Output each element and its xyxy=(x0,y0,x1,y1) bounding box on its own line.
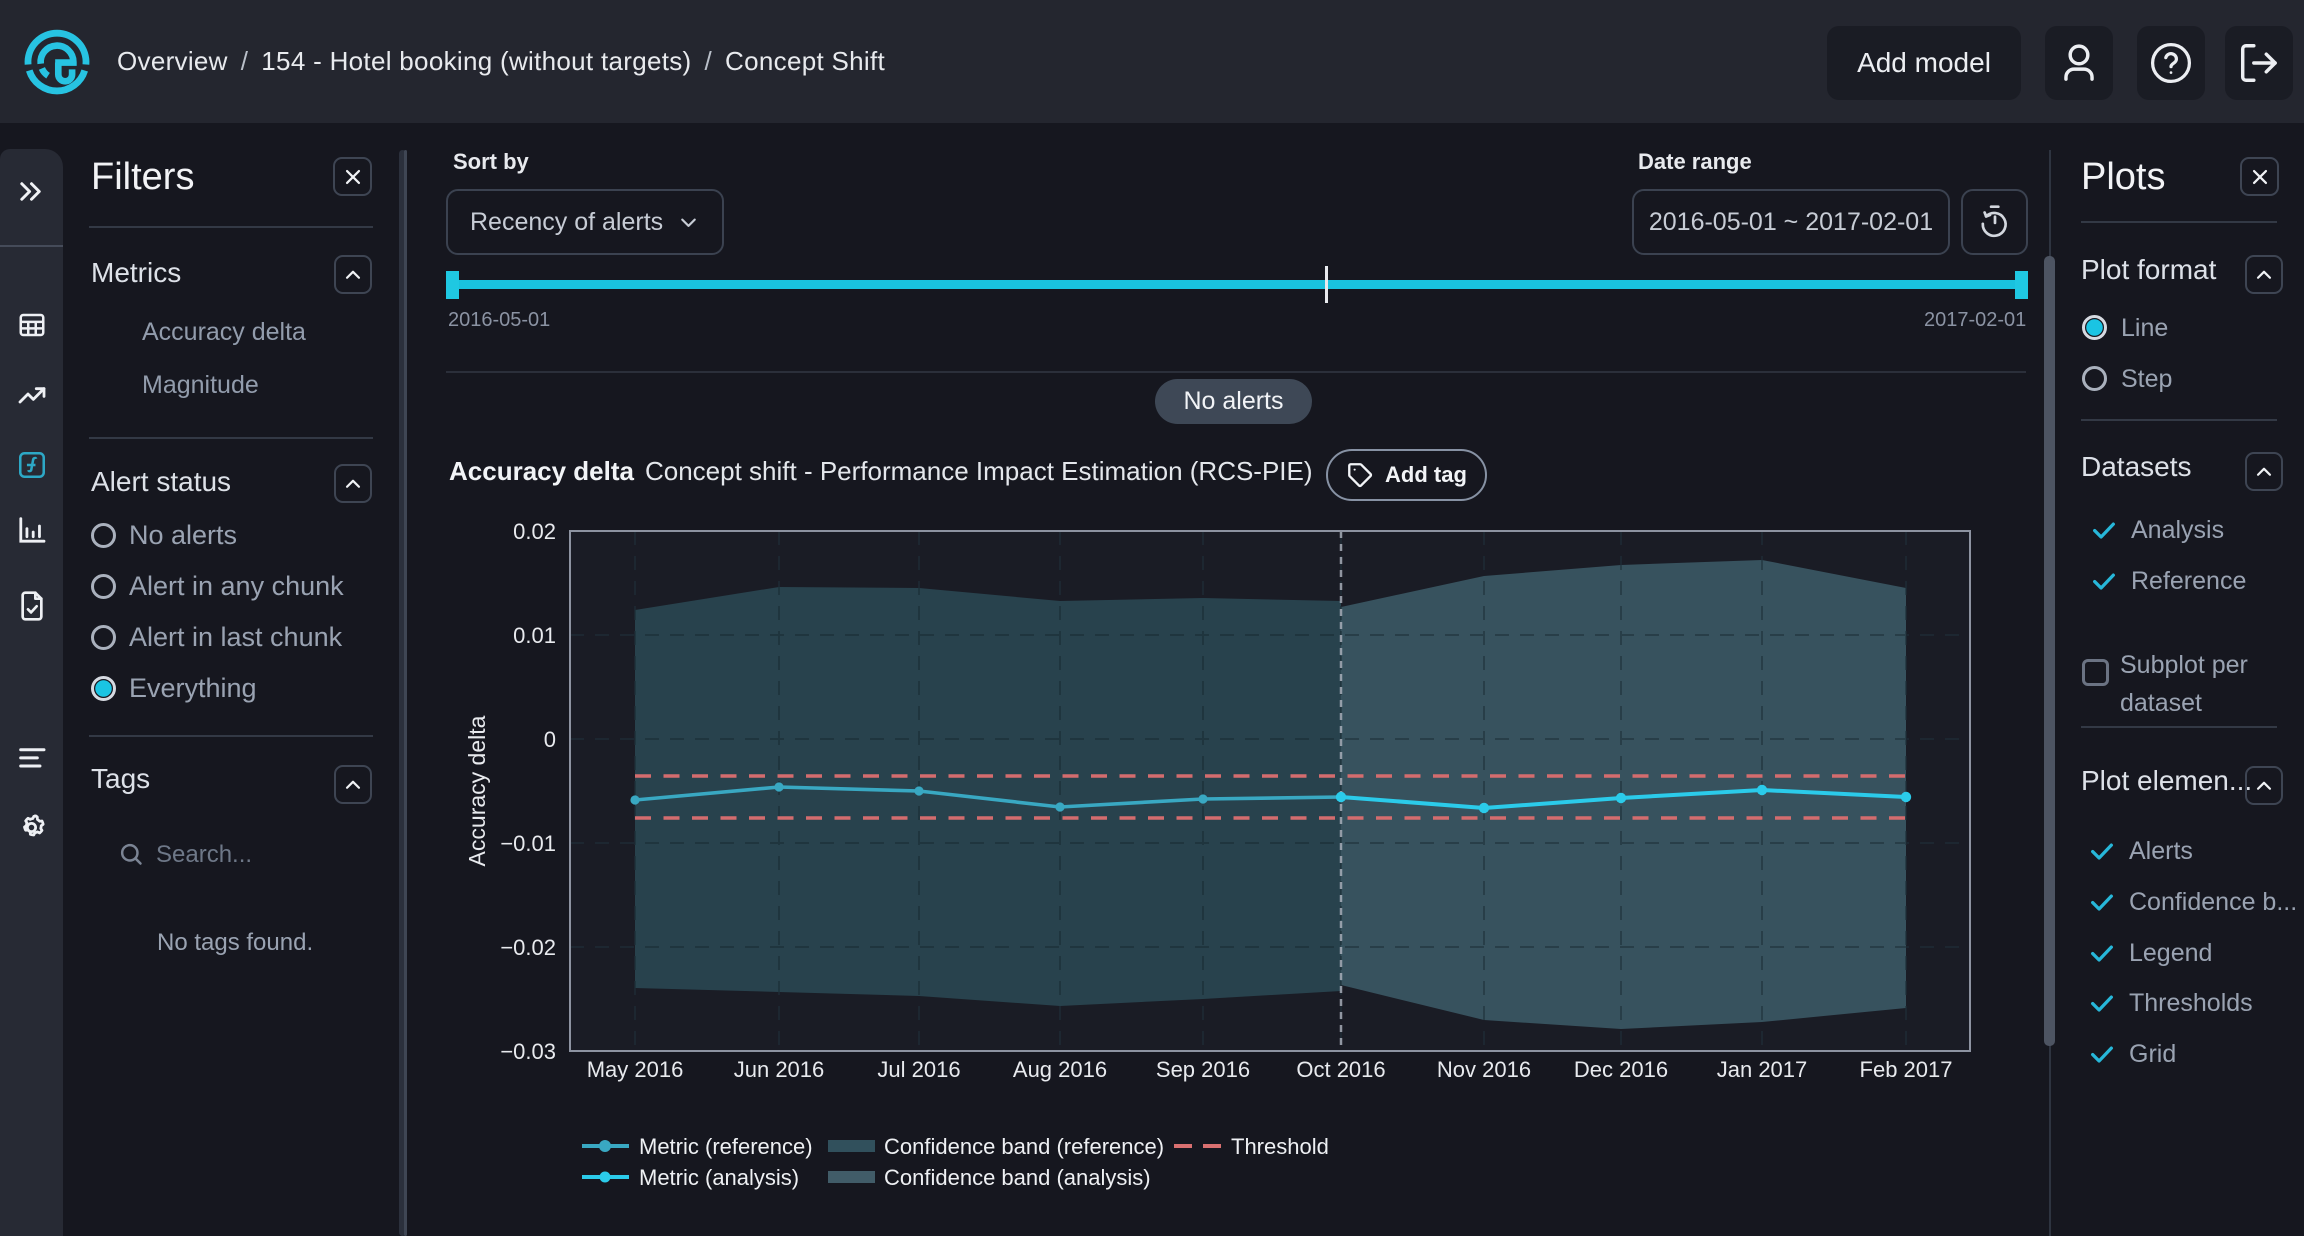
svg-text:0.02: 0.02 xyxy=(513,520,556,544)
svg-text:Confidence band (reference): Confidence band (reference) xyxy=(884,1134,1164,1159)
svg-text:Jun 2016: Jun 2016 xyxy=(734,1057,825,1082)
svg-text:−0.03: −0.03 xyxy=(500,1039,556,1064)
svg-text:Metric (analysis): Metric (analysis) xyxy=(639,1165,799,1190)
svg-text:0.01: 0.01 xyxy=(513,623,556,648)
svg-text:Jul 2016: Jul 2016 xyxy=(877,1057,960,1082)
svg-text:Confidence band (analysis): Confidence band (analysis) xyxy=(884,1165,1151,1190)
svg-text:May 2016: May 2016 xyxy=(587,1057,684,1082)
svg-text:−0.01: −0.01 xyxy=(500,831,556,856)
svg-text:Metric (reference): Metric (reference) xyxy=(639,1134,813,1159)
svg-text:Threshold: Threshold xyxy=(1231,1134,1329,1159)
svg-text:Oct 2016: Oct 2016 xyxy=(1296,1057,1385,1082)
svg-text:−0.02: −0.02 xyxy=(500,935,556,960)
svg-text:Jan 2017: Jan 2017 xyxy=(1717,1057,1808,1082)
svg-text:Nov 2016: Nov 2016 xyxy=(1437,1057,1531,1082)
svg-text:Aug 2016: Aug 2016 xyxy=(1013,1057,1107,1082)
svg-text:Feb 2017: Feb 2017 xyxy=(1860,1057,1953,1082)
svg-text:Accuracy delta: Accuracy delta xyxy=(464,715,490,866)
svg-text:0: 0 xyxy=(544,727,556,752)
svg-text:Sep 2016: Sep 2016 xyxy=(1156,1057,1250,1082)
svg-text:Dec 2016: Dec 2016 xyxy=(1574,1057,1668,1082)
